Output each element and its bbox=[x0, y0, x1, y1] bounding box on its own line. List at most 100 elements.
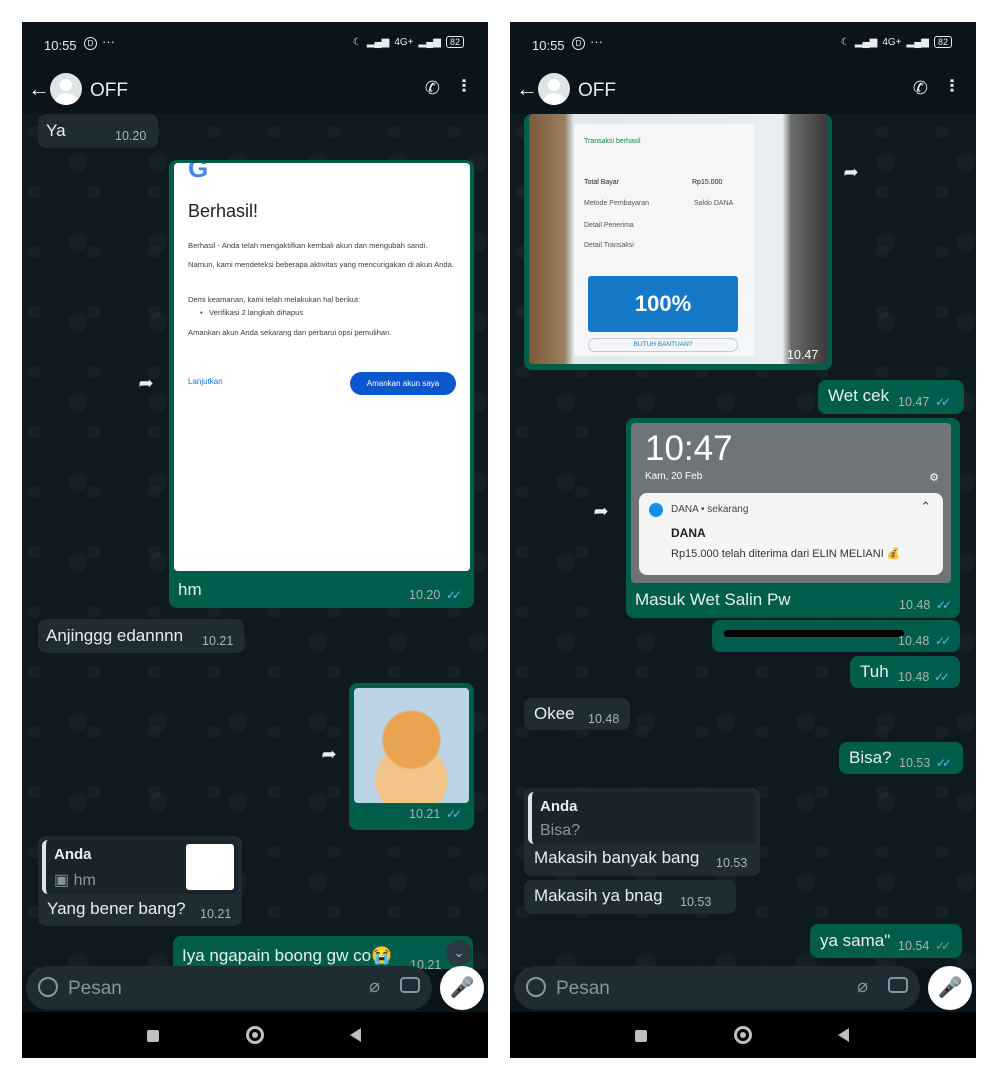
google-screenshot-image[interactable]: G Berhasil! Berhasil - Anda telah mengak… bbox=[174, 163, 470, 571]
photo-text: Detail Penerima bbox=[584, 222, 634, 229]
contact-name[interactable]: OFF bbox=[90, 80, 128, 102]
recents-button[interactable] bbox=[635, 1030, 647, 1042]
mic-icon: 🎤 bbox=[937, 977, 963, 999]
signal-icon: ▂▄▆ bbox=[854, 36, 878, 48]
forward-icon[interactable]: ➦ bbox=[133, 370, 159, 396]
avatar[interactable] bbox=[538, 73, 570, 105]
more-options-icon[interactable]: ··· bbox=[451, 78, 474, 92]
message-outgoing[interactable]: ya sama" 10.54 ✓✓ bbox=[810, 924, 962, 958]
attach-icon[interactable]: ⌀ bbox=[369, 976, 380, 997]
message-input-bar[interactable]: Pesan ⌀ bbox=[26, 966, 432, 1010]
avatar[interactable] bbox=[50, 73, 82, 105]
sticker-emoji-icon[interactable] bbox=[526, 977, 546, 997]
message-outgoing-image[interactable]: 10.21 ✓✓ bbox=[349, 683, 474, 830]
battery-icon: 82 bbox=[445, 36, 464, 48]
message-text: Ya bbox=[46, 121, 66, 140]
message-time: 10.20 bbox=[115, 129, 147, 143]
chat-header: ← OFF ✆ ··· bbox=[22, 68, 488, 114]
message-text: ya sama" bbox=[820, 931, 891, 950]
status-time: 10:55 bbox=[532, 38, 565, 53]
quote-author: Anda bbox=[540, 798, 578, 815]
back-button[interactable] bbox=[838, 1028, 849, 1042]
forward-icon[interactable]: ➦ bbox=[838, 159, 864, 185]
status-indicators: ☾ ▂▄▆ 4G+ ▂▄▆ 82 bbox=[841, 36, 952, 48]
message-text: Tuh bbox=[860, 662, 889, 681]
redacted-text-bar bbox=[724, 630, 904, 637]
message-incoming[interactable]: Ya 10.20 bbox=[38, 114, 158, 148]
system-nav-bar bbox=[22, 1012, 488, 1058]
quoted-message[interactable]: Anda ▣ hm bbox=[42, 840, 238, 894]
message-time: 10.21 bbox=[202, 634, 234, 648]
message-outgoing[interactable]: Wet cek 10.47 ✓✓ bbox=[818, 380, 964, 414]
message-text: Iya ngapain boong gw co😭 bbox=[182, 946, 393, 965]
read-check-icon: ✓✓ bbox=[446, 807, 462, 821]
message-incoming[interactable]: Makasih ya bnag 10.53 bbox=[524, 880, 736, 914]
screenshot-title: Berhasil! bbox=[188, 201, 259, 221]
photo-text: Transaksi berhasil bbox=[584, 138, 641, 145]
more-notifications-icon: ··· bbox=[102, 34, 115, 49]
screenshot-link: Lanjutkan bbox=[188, 377, 223, 386]
message-outgoing[interactable]: Iya ngapain boong gw co😭 10.21 bbox=[173, 936, 473, 969]
google-logo-icon: G bbox=[188, 163, 209, 183]
dana-app-icon bbox=[649, 503, 663, 517]
message-time: 10.21 bbox=[409, 807, 441, 821]
status-bar: 10:55 D ··· ☾ ▂▄▆ 4G+ ▂▄▆ 82 bbox=[510, 22, 976, 68]
add-call-icon[interactable]: ✆ bbox=[913, 78, 928, 99]
message-outgoing-image[interactable]: 10:47 Kam, 20 Feb ⚙ DANA • sekarang ⌃ DA… bbox=[626, 418, 960, 618]
forward-icon[interactable]: ➦ bbox=[588, 498, 614, 524]
back-button[interactable] bbox=[350, 1028, 361, 1042]
message-text: Okee bbox=[534, 704, 575, 723]
screenshot-date: Kam, 20 Feb bbox=[645, 471, 703, 482]
forward-icon[interactable]: ➦ bbox=[316, 741, 342, 767]
mic-button[interactable]: 🎤 bbox=[440, 966, 484, 1010]
kitten-photo-image[interactable] bbox=[354, 688, 469, 803]
message-time: 10.21 bbox=[200, 907, 232, 921]
more-options-icon[interactable]: ··· bbox=[939, 78, 962, 92]
back-arrow-icon[interactable]: ← bbox=[28, 78, 50, 100]
read-check-icon: ✓✓ bbox=[936, 598, 952, 612]
message-outgoing-image[interactable]: Transaksi berhasil Total Bayar Rp15.000 … bbox=[524, 114, 832, 370]
message-incoming[interactable]: Anjinggg edannnn 10.21 bbox=[38, 619, 244, 653]
settings-icon: ⚙ bbox=[929, 472, 939, 484]
screenshot-text: Demi keamanan, kami telah melakukan hal … bbox=[188, 295, 361, 304]
back-arrow-icon[interactable]: ← bbox=[516, 78, 538, 100]
notification-screenshot-image[interactable]: 10:47 Kam, 20 Feb ⚙ DANA • sekarang ⌃ DA… bbox=[631, 423, 951, 583]
sticker-emoji-icon[interactable] bbox=[38, 977, 58, 997]
status-time: 10:55 bbox=[44, 38, 77, 53]
add-call-icon[interactable]: ✆ bbox=[425, 78, 440, 99]
photo-promo-banner: 100% bbox=[588, 276, 738, 332]
message-list[interactable]: Transaksi berhasil Total Bayar Rp15.000 … bbox=[510, 114, 976, 969]
notification-title: DANA bbox=[671, 526, 706, 540]
message-input[interactable]: Pesan bbox=[68, 978, 122, 1000]
message-incoming-reply[interactable]: Anda ▣ hm Yang bener bang? 10.21 bbox=[38, 836, 242, 926]
message-input[interactable]: Pesan bbox=[556, 978, 610, 1000]
system-nav-bar bbox=[510, 1012, 976, 1058]
message-outgoing[interactable]: Tuh 10.48 ✓✓ bbox=[850, 656, 960, 688]
message-text: Makasih banyak bang bbox=[534, 848, 700, 867]
camera-icon[interactable] bbox=[888, 977, 908, 993]
contact-name[interactable]: OFF bbox=[578, 80, 616, 102]
camera-icon[interactable] bbox=[400, 977, 420, 993]
message-incoming-reply[interactable]: Anda Bisa? Makasih banyak bang 10.53 bbox=[524, 788, 760, 876]
message-outgoing-image[interactable]: G Berhasil! Berhasil - Anda telah mengak… bbox=[169, 160, 474, 608]
message-list[interactable]: Ya 10.20 ➦ G Berhasil! Berhasil - Anda t… bbox=[22, 114, 488, 969]
message-incoming[interactable]: Okee 10.48 bbox=[524, 698, 630, 730]
recents-button[interactable] bbox=[147, 1030, 159, 1042]
attach-icon[interactable]: ⌀ bbox=[857, 976, 868, 997]
dana-receipt-photo-image[interactable]: Transaksi berhasil Total Bayar Rp15.000 … bbox=[529, 114, 827, 364]
mic-icon: 🎤 bbox=[449, 977, 475, 999]
mic-button[interactable]: 🎤 bbox=[928, 966, 972, 1010]
home-button[interactable] bbox=[246, 1026, 264, 1044]
notification-card: DANA • sekarang ⌃ DANA Rp15.000 telah di… bbox=[639, 493, 943, 575]
message-outgoing-redacted[interactable]: 10.48 ✓✓ bbox=[712, 620, 960, 652]
screenshot-text: Berhasil - Anda telah mengaktifkan kemba… bbox=[188, 241, 428, 250]
message-text: Wet cek bbox=[828, 386, 890, 405]
quoted-message[interactable]: Anda Bisa? bbox=[528, 792, 756, 844]
home-button[interactable] bbox=[734, 1026, 752, 1044]
scroll-down-icon[interactable]: ⌄ bbox=[446, 940, 472, 966]
message-input-bar[interactable]: Pesan ⌀ bbox=[514, 966, 920, 1010]
dnd-icon: D bbox=[84, 37, 97, 50]
message-outgoing[interactable]: Bisa? 10.53 ✓✓ bbox=[839, 742, 963, 774]
message-text: Makasih ya bnag bbox=[534, 886, 663, 905]
read-check-icon: ✓✓ bbox=[935, 395, 951, 409]
